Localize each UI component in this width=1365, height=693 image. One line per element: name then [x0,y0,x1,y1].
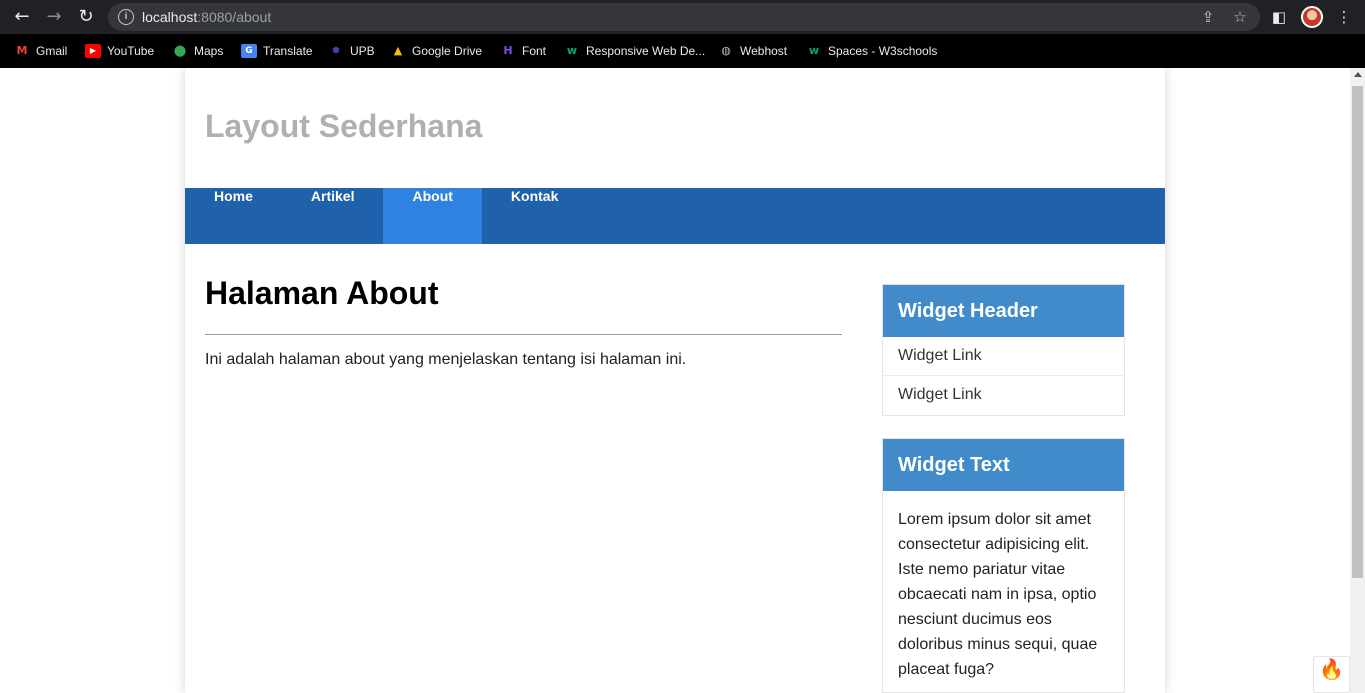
nav-item-artikel[interactable]: Artikel [282,188,384,244]
bookmark-label: Responsive Web De... [586,44,706,58]
bookmark-youtube[interactable]: ▶ YouTube [85,42,154,60]
sidebar: Widget Header Widget Link Widget Link Wi… [882,284,1125,693]
flame-icon[interactable]: 🔥 [1313,656,1350,693]
google-drive-icon: ▲ [393,44,403,57]
gmail-icon: M [16,44,28,57]
page-viewport: Layout Sederhana Home Artikel About Kont… [0,68,1365,693]
bookmark-label: YouTube [107,44,155,58]
font-icon: H [503,44,513,57]
bookmark-label: Spaces - W3schools [828,44,938,58]
bookmark-gmail[interactable]: M Gmail [14,42,68,60]
widget-link[interactable]: Widget Link [883,337,1124,376]
upb-icon: ✹ [331,44,341,57]
url-path: :8080/about [197,9,272,25]
forward-arrow-icon[interactable]: → [43,6,65,28]
globe-icon: ◍ [721,44,731,57]
maps-icon: ⬤ [173,44,187,57]
widget-link[interactable]: Widget Link [883,376,1124,415]
share-icon[interactable]: ⇪ [1198,7,1218,27]
nav-item-about[interactable]: About [383,188,482,244]
widget-header: Widget Text [883,439,1124,491]
bookmark-label: Google Drive [412,44,483,58]
bookmark-label: Translate [263,44,313,58]
bookmark-label: Gmail [36,44,68,58]
w3schools-icon: w [808,44,820,57]
page-container: Layout Sederhana Home Artikel About Kont… [185,68,1165,693]
scroll-up-arrow-icon[interactable] [1354,72,1362,77]
widget-text: Widget Text Lorem ipsum dolor sit amet c… [882,438,1125,693]
bookmark-responsive-web-design[interactable]: w Responsive Web De... [564,42,705,60]
nav-item-home[interactable]: Home [185,188,282,244]
url-host: localhost [142,9,198,25]
side-panel-icon[interactable]: ◧ [1268,6,1290,28]
widget-links: Widget Header Widget Link Widget Link [882,284,1125,416]
bookmark-label: Maps [194,44,224,58]
reload-icon[interactable]: ↻ [75,6,97,28]
bookmark-translate[interactable]: G Translate [241,42,313,60]
bookmark-label: Webhost [740,44,788,58]
bookmark-spaces-w3schools[interactable]: w Spaces - W3schools [806,42,937,60]
page-heading: Halaman About [205,275,439,311]
bookmark-font[interactable]: H Font [500,42,546,60]
widget-body-text: Lorem ipsum dolor sit amet consectetur a… [898,511,1098,678]
url-text[interactable]: localhost:8080/about [142,9,271,25]
youtube-icon: ▶ [85,44,101,58]
site-title: Layout Sederhana [205,108,483,144]
vertical-scrollbar[interactable] [1350,68,1365,693]
bookmark-maps[interactable]: ⬤ Maps [172,42,224,60]
main-content: Halaman About Ini adalah halaman about y… [205,274,842,369]
nav-item-kontak[interactable]: Kontak [482,188,587,244]
main-nav: Home Artikel About Kontak [185,188,1165,244]
heading-divider [205,334,842,335]
bookmarks-bar: M Gmail ▶ YouTube ⬤ Maps G Translate ✹ U… [0,34,1365,68]
scrollbar-thumb[interactable] [1352,86,1363,578]
back-arrow-icon[interactable]: ← [11,6,33,28]
site-info-icon[interactable]: i [118,9,134,25]
widget-header: Widget Header [883,285,1124,337]
profile-avatar[interactable] [1301,6,1323,28]
bookmark-upb[interactable]: ✹ UPB [328,42,375,60]
translate-icon: G [241,44,257,58]
page-text: Ini adalah halaman about yang menjelaska… [205,351,687,368]
bookmark-google-drive[interactable]: ▲ Google Drive [390,42,482,60]
address-bar[interactable]: i localhost:8080/about ⇪ ☆ [108,3,1260,31]
bookmark-label: UPB [350,44,375,58]
browser-toolbar: ← → ↻ i localhost:8080/about ⇪ ☆ ◧ ⋮ [0,0,1365,34]
browser-menu-icon[interactable]: ⋮ [1333,6,1355,28]
bookmark-label: Font [522,44,547,58]
bookmark-webhost[interactable]: ◍ Webhost [718,42,787,60]
bookmark-star-icon[interactable]: ☆ [1230,7,1250,27]
w3schools-icon: w [566,44,578,57]
